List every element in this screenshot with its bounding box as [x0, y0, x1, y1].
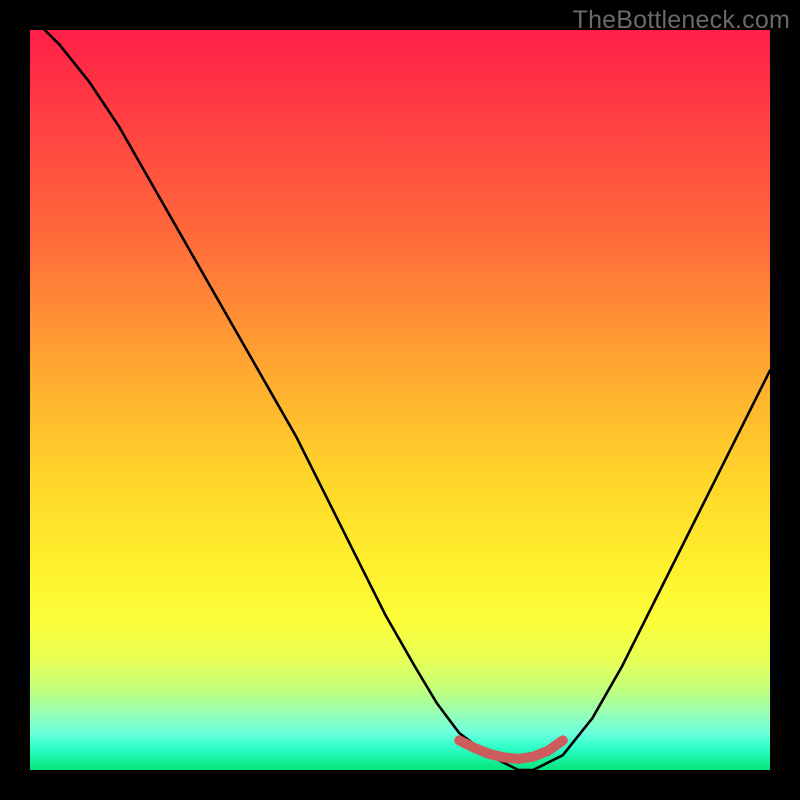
bottleneck-curve	[30, 30, 770, 770]
trough-highlight	[459, 740, 563, 759]
plot-area	[30, 30, 770, 770]
chart-frame: TheBottleneck.com	[0, 0, 800, 800]
curve-layer	[30, 30, 770, 770]
watermark-text: TheBottleneck.com	[573, 6, 790, 35]
